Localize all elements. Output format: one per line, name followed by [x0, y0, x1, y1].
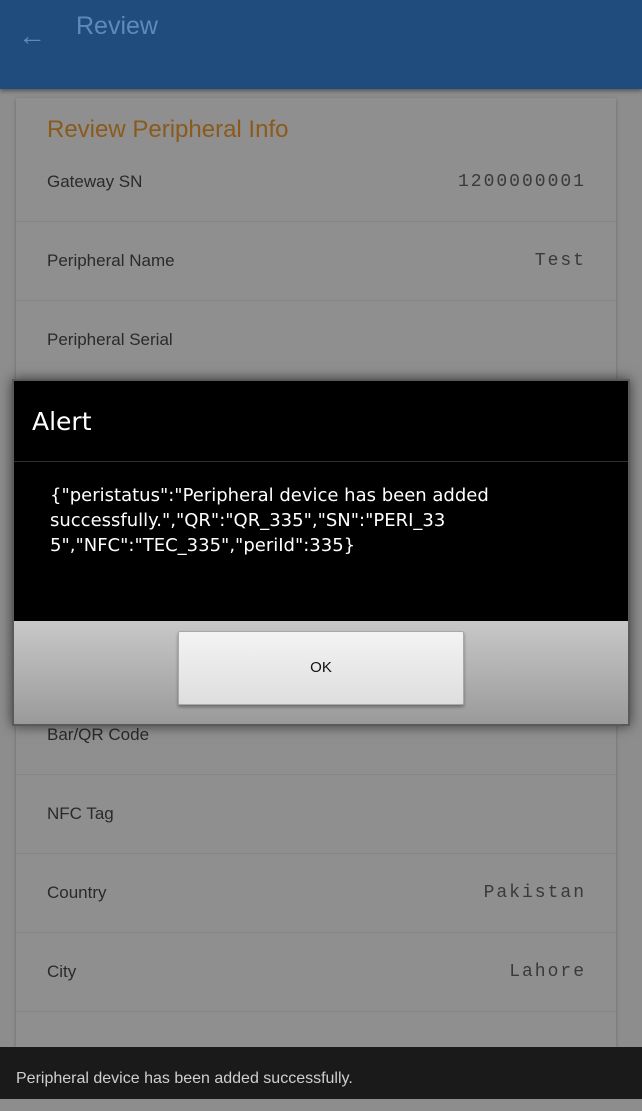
dialog-button-bar: OK: [14, 621, 628, 724]
back-arrow-icon[interactable]: ←: [14, 20, 50, 52]
row-label: Country: [47, 883, 107, 902]
toast-message: Peripheral device has been added success…: [16, 1070, 353, 1087]
row-value: Lahore: [509, 962, 586, 982]
row-nfc-tag: NFC Tag: [16, 775, 616, 854]
row-value: 1200000001: [457, 172, 586, 192]
toast: Peripheral device has been added success…: [0, 1047, 642, 1099]
dialog-title: Alert: [32, 407, 92, 436]
ok-button[interactable]: OK: [178, 631, 464, 705]
app-bar: ← Review: [0, 0, 642, 89]
row-label: Peripheral Serial: [47, 330, 173, 349]
page-title: Review: [76, 12, 158, 40]
row-peripheral-serial: Peripheral Serial: [16, 301, 616, 380]
row-label: NFC Tag: [47, 804, 114, 823]
row-gateway-sn: Gateway SN 1200000001: [16, 143, 616, 222]
dialog-divider: [14, 461, 628, 462]
card-title: Review Peripheral Info: [47, 116, 289, 143]
row-label: City: [47, 962, 77, 981]
row-value: Pakistan: [483, 883, 586, 903]
row-city: City Lahore: [16, 933, 616, 1012]
dialog-message: {"peristatus":"Peripheral device has bee…: [50, 485, 489, 556]
row-label: Gateway SN: [47, 172, 143, 191]
alert-dialog: Alert {"peristatus":"Peripheral device h…: [12, 379, 630, 726]
row-peripheral-name: Peripheral Name Test: [16, 222, 616, 301]
row-value: Test: [534, 251, 586, 271]
row-label: Peripheral Name: [47, 251, 175, 270]
row-country: Country Pakistan: [16, 854, 616, 933]
